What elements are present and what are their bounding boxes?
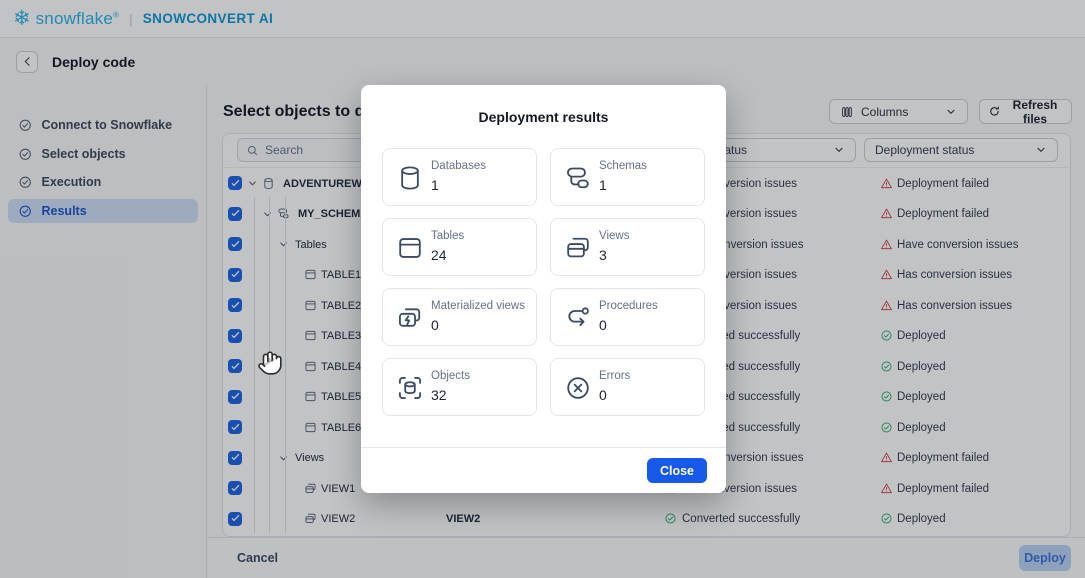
result-card-label: Procedures	[599, 300, 658, 312]
table-icon	[396, 234, 424, 262]
result-card-label: Objects	[431, 370, 470, 382]
result-card-value: 1	[431, 177, 439, 193]
result-card-label: Schemas	[599, 160, 647, 172]
result-card-value: 0	[599, 387, 607, 403]
deployment-results-modal: Deployment results Databases 1 Schemas 1 Tab…	[361, 85, 726, 493]
procedure-icon	[564, 304, 592, 332]
result-card-databases: Databases 1	[382, 148, 537, 206]
result-card-label: Views	[599, 230, 629, 242]
result-card-label: Tables	[431, 230, 464, 242]
schema-icon	[564, 164, 592, 192]
result-card-materialized-views: Materialized views 0	[382, 288, 537, 346]
results-cards-grid: Databases 1 Schemas 1 Tables 24 Views 3 Material…	[382, 148, 705, 416]
close-button[interactable]: Close	[647, 458, 707, 483]
result-card-label: Materialized views	[431, 300, 525, 312]
result-card-value: 0	[599, 317, 607, 333]
result-card-errors: Errors 0	[550, 358, 705, 416]
modal-title: Deployment results	[361, 85, 726, 125]
result-card-label: Databases	[431, 160, 486, 172]
result-card-value: 3	[599, 247, 607, 263]
mview-icon	[396, 304, 424, 332]
result-card-value: 1	[599, 177, 607, 193]
result-card-procedures: Procedures 0	[550, 288, 705, 346]
result-card-objects: Objects 32	[382, 358, 537, 416]
result-card-value: 24	[431, 247, 447, 263]
database-icon	[396, 164, 424, 192]
result-card-schemas: Schemas 1	[550, 148, 705, 206]
result-card-tables: Tables 24	[382, 218, 537, 276]
view-icon	[564, 234, 592, 262]
result-card-value: 0	[431, 317, 439, 333]
objects-icon	[396, 374, 424, 402]
result-card-value: 32	[431, 387, 447, 403]
modal-footer: Close	[361, 447, 726, 493]
errors-icon	[564, 374, 592, 402]
result-card-label: Errors	[599, 370, 630, 382]
result-card-views: Views 3	[550, 218, 705, 276]
